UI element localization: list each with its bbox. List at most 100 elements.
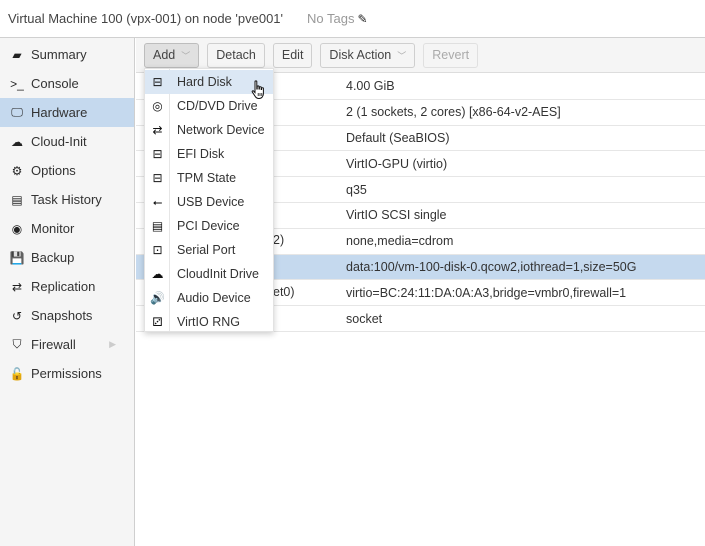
menu-item-virtio-rng[interactable]: ⚂ VirtIO RNG	[145, 310, 273, 334]
dice-icon: ⚂	[152, 315, 163, 329]
add-button-label: Add	[153, 48, 176, 62]
menu-item-label: USB Device	[177, 195, 245, 209]
disk-action-button-label: Disk Action	[329, 48, 392, 62]
list-icon: ▤	[11, 192, 23, 207]
hardware-key-text: 2)	[273, 233, 285, 248]
history-icon: ↺	[11, 308, 23, 323]
detach-button[interactable]: Detach	[207, 42, 265, 68]
menu-item-label: CD/DVD Drive	[177, 99, 258, 113]
sidebar-item-label: Console	[31, 76, 79, 91]
sidebar-item-label: Cloud-Init	[31, 134, 87, 149]
hdd-icon: ⊟	[152, 75, 163, 89]
floppy-icon: 💾	[9, 250, 25, 265]
retweet-icon: ⇄	[11, 279, 23, 294]
detach-button-label: Detach	[216, 48, 256, 62]
pencil-icon[interactable]: ✎	[357, 12, 367, 26]
menu-item-audio-device[interactable]: 🔊 Audio Device	[145, 286, 273, 310]
menu-item-label: EFI Disk	[177, 147, 225, 161]
hand-pointer-cursor-icon	[251, 80, 264, 99]
menu-item-pci-device[interactable]: ▤ PCI Device	[145, 214, 273, 238]
sidebar-item-label: Monitor	[31, 221, 75, 236]
sidebar-item-cloud-init[interactable]: ☁ Cloud-Init	[0, 127, 134, 156]
hdd-icon: ⊟	[152, 171, 163, 185]
hardware-value: VirtIO SCSI single	[346, 208, 447, 223]
page-title: Virtual Machine 100 (vpx-001) on node 'p…	[8, 11, 284, 26]
sidebar-item-permissions[interactable]: 🔓 Permissions	[0, 359, 134, 388]
cloud-icon: ☁	[151, 267, 164, 281]
menu-item-serial-port[interactable]: ⊡ Serial Port	[145, 238, 273, 262]
menu-item-usb-device[interactable]: ⭠ USB Device	[145, 190, 273, 214]
sidebar: ▰ Summary >_ Console 🖵 Hardware ☁ Cloud-Init ⚙ Op…	[0, 38, 135, 546]
edit-button[interactable]: Edit	[272, 42, 313, 68]
sidebar-item-task-history[interactable]: ▤ Task History	[0, 185, 134, 214]
sidebar-item-snapshots[interactable]: ↺ Snapshots	[0, 301, 134, 330]
sidebar-item-label: Firewall	[31, 337, 76, 352]
unlock-icon: 🔓	[9, 366, 25, 381]
cloud-icon: ☁	[11, 134, 23, 149]
tags[interactable]: No Tags ✎	[307, 11, 368, 26]
sidebar-item-replication[interactable]: ⇄ Replication	[0, 272, 134, 301]
sidebar-item-label: Backup	[31, 250, 75, 265]
hardware-value: virtio=BC:24:11:DA:0A:A3,bridge=vmbr0,fi…	[346, 285, 627, 300]
chevron-down-icon: ﹀	[181, 50, 191, 61]
add-button[interactable]: Add ﹀	[144, 42, 200, 68]
desktop-icon: 🖵	[11, 105, 23, 119]
menu-item-label: VirtIO RNG	[177, 315, 240, 329]
hardware-value: 4.00 GiB	[346, 79, 395, 94]
eye-icon: ◉	[11, 221, 23, 236]
sidebar-item-label: Replication	[31, 279, 96, 294]
sidebar-item-monitor[interactable]: ◉ Monitor	[0, 214, 134, 243]
title-bar: Virtual Machine 100 (vpx-001) on node 'p…	[0, 0, 705, 38]
hardware-value: socket	[346, 311, 383, 326]
pci-card-icon: ▤	[151, 219, 164, 233]
sidebar-item-label: Snapshots	[31, 308, 93, 323]
sidebar-item-label: Summary	[31, 47, 87, 62]
menu-item-network-device[interactable]: ⇄ Network Device	[145, 118, 273, 142]
chevron-down-icon: ﹀	[397, 50, 407, 61]
hardware-value: Default (SeaBIOS)	[346, 130, 450, 145]
hardware-value: data:100/vm-100-disk-0.qcow2,iothread=1,…	[346, 259, 637, 274]
hdd-icon: ⊟	[152, 147, 163, 161]
sidebar-item-hardware[interactable]: 🖵 Hardware	[0, 98, 134, 127]
exchange-icon: ⇄	[152, 123, 163, 137]
usb-icon: ⭠	[152, 194, 163, 209]
revert-button[interactable]: Revert	[423, 42, 479, 68]
hardware-key-text: et0)	[273, 284, 295, 299]
book-icon: ▰	[12, 47, 22, 62]
hardware-value: 2 (1 sockets, 2 cores) [x86-64-v2-AES]	[346, 105, 561, 120]
sidebar-item-label: Options	[31, 163, 76, 178]
menu-item-label: CloudInit Drive	[177, 267, 259, 281]
revert-button-label: Revert	[432, 48, 470, 62]
menu-item-label: TPM State	[177, 171, 237, 185]
add-dropdown-menu: ⊟ Hard Disk ◎ CD/DVD Drive ⇄ Network Device ⊟ E…	[144, 68, 274, 332]
hardware-value: VirtIO-GPU (virtio)	[346, 156, 448, 171]
expand-arrow-icon[interactable]: ▶	[109, 339, 116, 350]
sidebar-item-console[interactable]: >_ Console	[0, 69, 134, 98]
sidebar-item-summary[interactable]: ▰ Summary	[0, 40, 134, 69]
hardware-value: q35	[346, 182, 367, 197]
volume-icon: 🔊	[150, 291, 165, 305]
menu-item-cloudinit-drive[interactable]: ☁ CloudInit Drive	[145, 262, 273, 286]
menu-item-tpm-state[interactable]: ⊟ TPM State	[145, 166, 273, 190]
menu-item-label: Serial Port	[177, 243, 236, 257]
sidebar-item-label: Permissions	[31, 366, 102, 381]
tags-label: No Tags	[307, 11, 355, 26]
disk-action-button[interactable]: Disk Action ﹀	[320, 42, 416, 68]
shield-icon: ⛉	[12, 337, 22, 351]
serial-port-icon: ⊡	[152, 243, 163, 257]
menu-item-label: Network Device	[177, 123, 265, 137]
menu-item-label: Hard Disk	[177, 75, 232, 89]
sidebar-item-backup[interactable]: 💾 Backup	[0, 243, 134, 272]
hardware-value: none,media=cdrom	[346, 234, 454, 249]
sidebar-item-options[interactable]: ⚙ Options	[0, 156, 134, 185]
terminal-icon: >_	[10, 76, 24, 91]
menu-item-label: PCI Device	[177, 219, 240, 233]
edit-button-label: Edit	[281, 48, 304, 62]
menu-item-label: Audio Device	[177, 291, 251, 305]
menu-item-efi-disk[interactable]: ⊟ EFI Disk	[145, 142, 273, 166]
cdrom-icon: ◎	[152, 99, 163, 113]
gear-icon: ⚙	[11, 163, 23, 178]
sidebar-item-label: Task History	[31, 192, 102, 207]
sidebar-item-label: Hardware	[31, 105, 88, 120]
sidebar-item-firewall[interactable]: ⛉ Firewall ▶	[0, 330, 134, 359]
